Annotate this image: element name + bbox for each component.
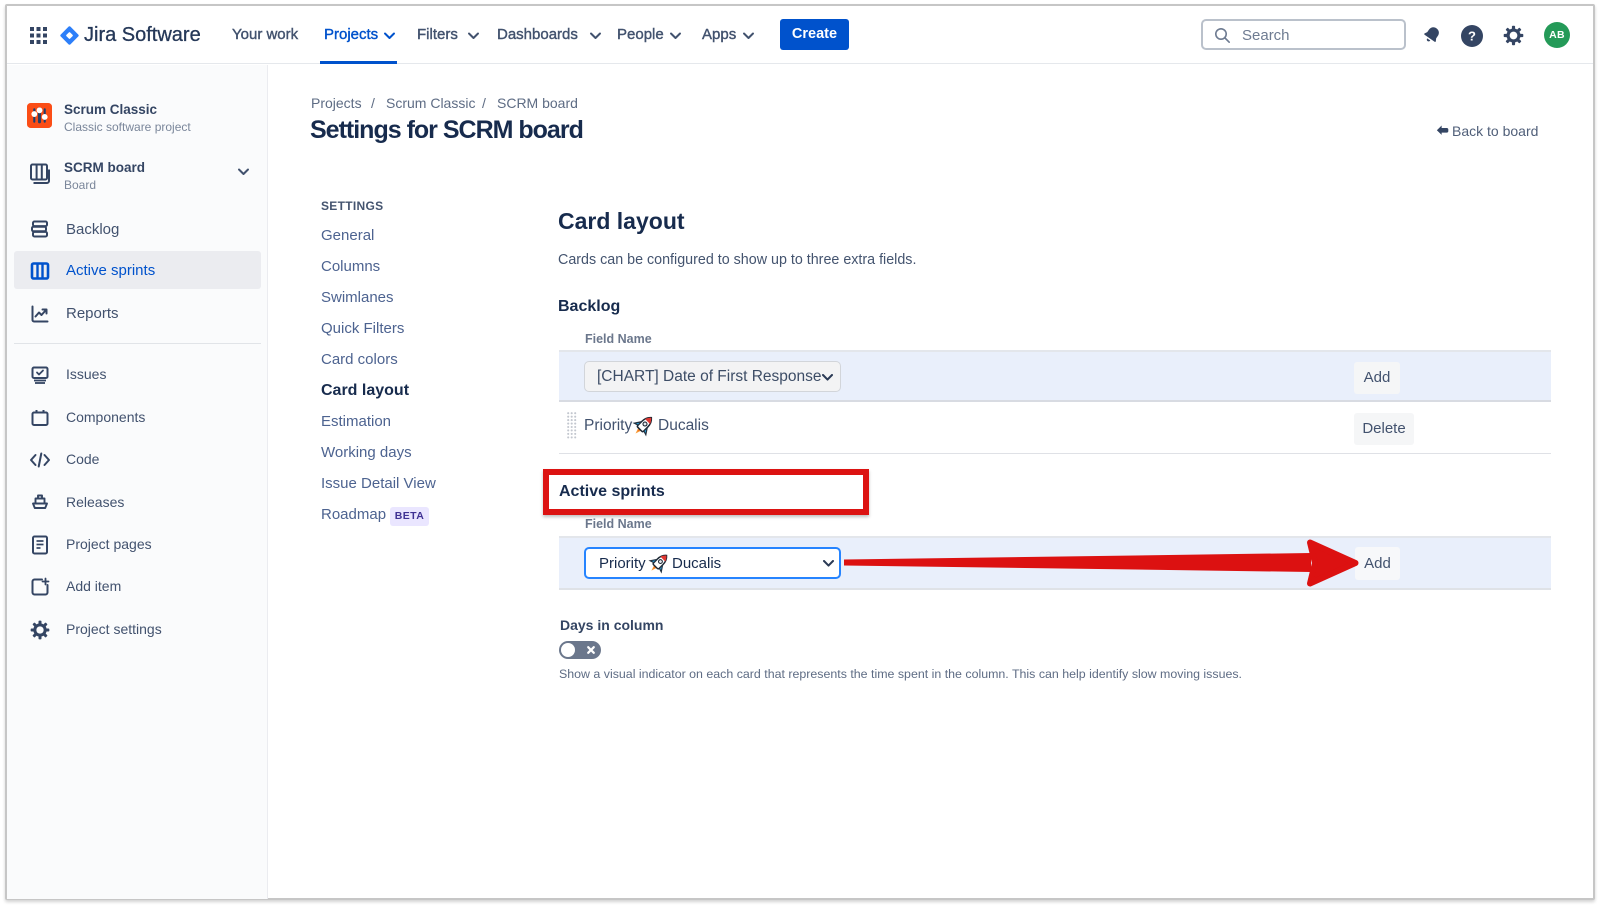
svg-text:?: ?	[1468, 29, 1476, 44]
